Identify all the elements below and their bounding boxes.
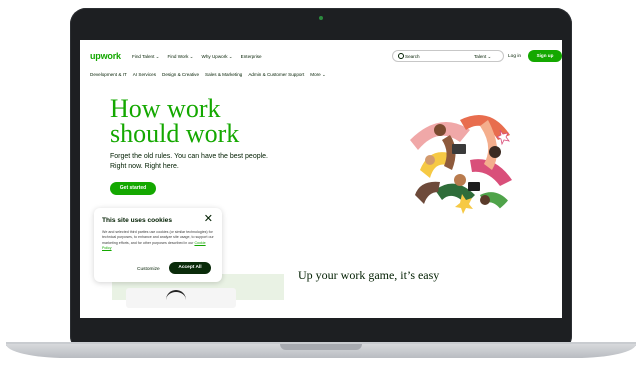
search-input[interactable]: Search Talent ⌄	[392, 50, 504, 62]
category-design-creative[interactable]: Design & Creative	[162, 72, 199, 78]
nav-why-upwork[interactable]: Why Upwork ⌄	[202, 54, 233, 60]
nav-links: Find Talent ⌄ Find Work ⌄ Why Upwork ⌄ E…	[132, 54, 262, 60]
nav-find-talent[interactable]: Find Talent ⌄	[132, 54, 160, 60]
search-scope-dropdown[interactable]: Talent ⌄	[474, 54, 491, 60]
category-nav: Development & IT AI Services Design & Cr…	[90, 72, 326, 78]
category-ai-services[interactable]: AI Services	[133, 72, 156, 78]
cookie-body: We and selected third parties use cookie…	[102, 230, 214, 251]
hero-title: How work should work	[110, 94, 310, 148]
hero-title-line2: should work	[110, 119, 240, 148]
cookie-title: This site uses cookies	[102, 217, 172, 224]
signup-button[interactable]: Sign up	[528, 50, 562, 62]
screen: upwork Find Talent ⌄ Find Work ⌄ Why Upw…	[80, 40, 562, 328]
section-title: Up your work game, it’s easy	[298, 268, 440, 282]
nav-find-work[interactable]: Find Work ⌄	[168, 54, 194, 60]
category-more[interactable]: More ⌄	[310, 72, 326, 78]
cookie-banner: This site uses cookies ✕ We and selected…	[94, 208, 222, 282]
camera-dot	[319, 16, 323, 20]
close-icon[interactable]: ✕	[204, 214, 213, 225]
get-started-button[interactable]: Get started	[110, 182, 156, 195]
accept-all-button[interactable]: Accept All	[169, 262, 211, 274]
hero-title-line1: How work	[110, 94, 221, 123]
customize-button[interactable]: Customize	[137, 267, 160, 272]
search-placeholder: Search	[405, 54, 420, 59]
hero-subtitle-line1: Forget the old rules. You can have the b…	[110, 153, 269, 160]
laptop-notch	[280, 344, 362, 350]
hero-illustration	[402, 102, 522, 222]
category-admin-support[interactable]: Admin & Customer Support	[248, 72, 304, 78]
hero-subtitle: Forget the old rules. You can have the b…	[110, 152, 290, 172]
category-sales-marketing[interactable]: Sales & Marketing	[205, 72, 242, 78]
category-dev-it[interactable]: Development & IT	[90, 72, 127, 78]
screen-bottom-bezel	[80, 318, 562, 328]
nav-enterprise[interactable]: Enterprise	[241, 54, 262, 60]
upwork-logo[interactable]: upwork	[90, 51, 121, 61]
login-link[interactable]: Log in	[508, 54, 521, 59]
search-icon	[398, 53, 404, 59]
hero-subtitle-line2: Right now. Right here.	[110, 163, 179, 170]
